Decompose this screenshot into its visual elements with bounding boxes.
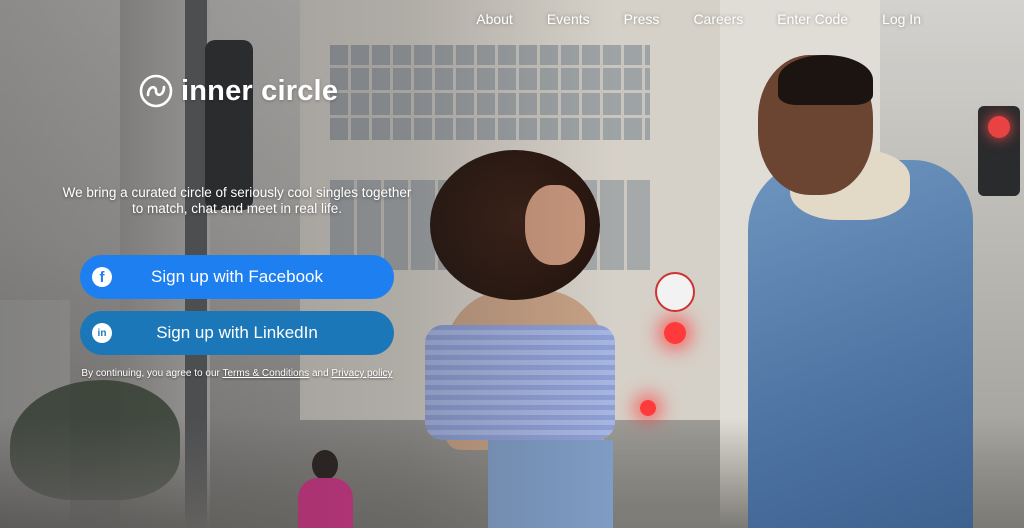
top-nav: About Events Press Careers Enter Code Lo… — [476, 11, 921, 27]
legal-and: and — [311, 368, 329, 379]
signup-facebook-button[interactable]: f Sign up with Facebook — [80, 255, 394, 299]
interlocking-rings-icon — [139, 74, 173, 108]
nav-about[interactable]: About — [476, 11, 513, 27]
brand-name: inner circle — [181, 74, 339, 107]
signup-linkedin-button[interactable]: in Sign up with LinkedIn — [80, 311, 394, 355]
legal-prefix: By continuing, you agree to our — [81, 368, 220, 379]
nav-careers[interactable]: Careers — [693, 11, 743, 27]
hero-tagline: We bring a curated circle of seriously c… — [62, 185, 412, 216]
nav-log-in[interactable]: Log In — [882, 11, 921, 27]
nav-events[interactable]: Events — [547, 11, 590, 27]
facebook-icon: f — [92, 267, 112, 287]
privacy-link[interactable]: Privacy policy — [331, 368, 392, 379]
nav-enter-code[interactable]: Enter Code — [777, 11, 848, 27]
linkedin-icon: in — [92, 323, 112, 343]
terms-link[interactable]: Terms & Conditions — [222, 368, 309, 379]
signup-facebook-label: Sign up with Facebook — [151, 267, 323, 286]
legal-notice: By continuing, you agree to our Terms & … — [60, 368, 414, 379]
brand-logo[interactable]: inner circle — [139, 74, 338, 108]
nav-press[interactable]: Press — [624, 11, 660, 27]
signup-linkedin-label: Sign up with LinkedIn — [156, 323, 318, 342]
